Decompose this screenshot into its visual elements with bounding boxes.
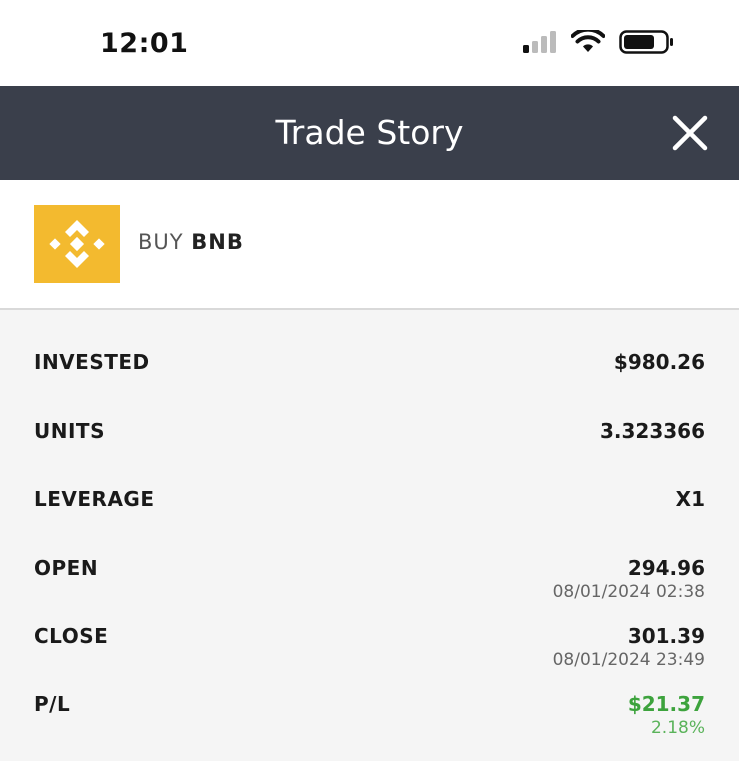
- invested-label: INVESTED: [34, 350, 150, 374]
- asset-row: BUY BNB: [0, 180, 739, 310]
- units-label: UNITS: [34, 419, 105, 443]
- cellular-signal-icon: [523, 31, 556, 53]
- close-label: CLOSE: [34, 624, 109, 648]
- pl-percent: 2.18%: [650, 718, 705, 738]
- wifi-icon: [571, 30, 605, 52]
- open-value: 294.96: [627, 556, 705, 580]
- open-label: OPEN: [34, 556, 99, 580]
- status-time: 12:01: [100, 28, 189, 59]
- trade-details: INVESTED $980.26 UNITS 3.323366 LEVERAGE…: [0, 310, 739, 761]
- close-value: 301.39: [627, 624, 705, 648]
- pl-value: $21.37: [627, 692, 705, 716]
- asset-symbol: BNB: [191, 230, 244, 254]
- header-bar: Trade Story: [0, 86, 739, 180]
- pl-label: P/L: [34, 692, 71, 716]
- units-value: 3.323366: [599, 419, 705, 443]
- invested-value: $980.26: [613, 350, 705, 374]
- status-icons: [523, 30, 675, 54]
- page-title: Trade Story: [275, 113, 464, 152]
- close-icon[interactable]: [671, 114, 709, 152]
- leverage-value: X1: [675, 487, 705, 511]
- close-date: 08/01/2024 23:49: [552, 650, 705, 670]
- bnb-logo-icon: [34, 205, 120, 283]
- battery-icon: [619, 30, 673, 54]
- leverage-label: LEVERAGE: [34, 487, 155, 511]
- trade-action: BUY: [138, 230, 184, 254]
- asset-title: BUY BNB: [138, 230, 244, 254]
- status-bar: 12:01: [0, 0, 739, 86]
- open-date: 08/01/2024 02:38: [552, 582, 705, 602]
